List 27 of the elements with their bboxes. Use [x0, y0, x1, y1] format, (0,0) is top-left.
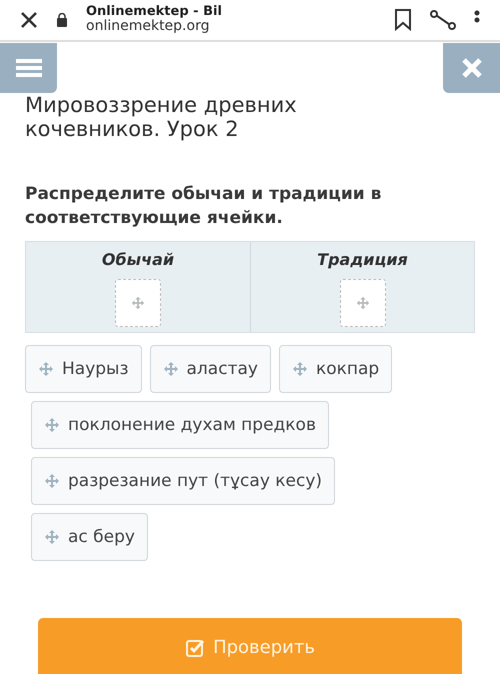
draggable-chip[interactable]: кокпар: [278, 344, 392, 393]
draggable-chip[interactable]: поклонение духам предков: [31, 400, 329, 449]
move-icon: [44, 472, 60, 489]
move-icon: [44, 416, 60, 433]
move-icon: [356, 296, 370, 310]
move-icon: [292, 360, 308, 377]
draggable-chip[interactable]: ас беру: [31, 512, 148, 561]
draggable-chip[interactable]: Наурыз: [25, 344, 142, 393]
page-title: Onlinemektep - Bil: [86, 5, 223, 20]
draggable-chip[interactable]: разрезание пут (тұсау кесу): [31, 456, 336, 505]
instruction-text: Распределите обычаи и традиции в соответствующие ячейки.: [25, 183, 382, 230]
bookmark-icon[interactable]: [394, 9, 412, 31]
close-icon: [460, 57, 482, 79]
share-icon[interactable]: [430, 10, 456, 30]
menu-icon: [16, 58, 42, 78]
move-icon: [44, 528, 60, 545]
draggable-chip[interactable]: аластау: [150, 344, 271, 393]
url-text: onlinemektep.org: [86, 19, 210, 35]
close-icon[interactable]: [20, 11, 38, 29]
lesson-title: Мировоззрение древних кочевников. Урок 2: [25, 93, 298, 142]
lock-icon: [56, 13, 68, 27]
column-header: Обычай: [102, 250, 174, 269]
move-icon: [131, 296, 145, 310]
move-icon: [38, 360, 54, 377]
move-icon: [162, 360, 179, 377]
checkbox-icon: [185, 638, 206, 658]
column-header: Традиция: [317, 250, 408, 269]
